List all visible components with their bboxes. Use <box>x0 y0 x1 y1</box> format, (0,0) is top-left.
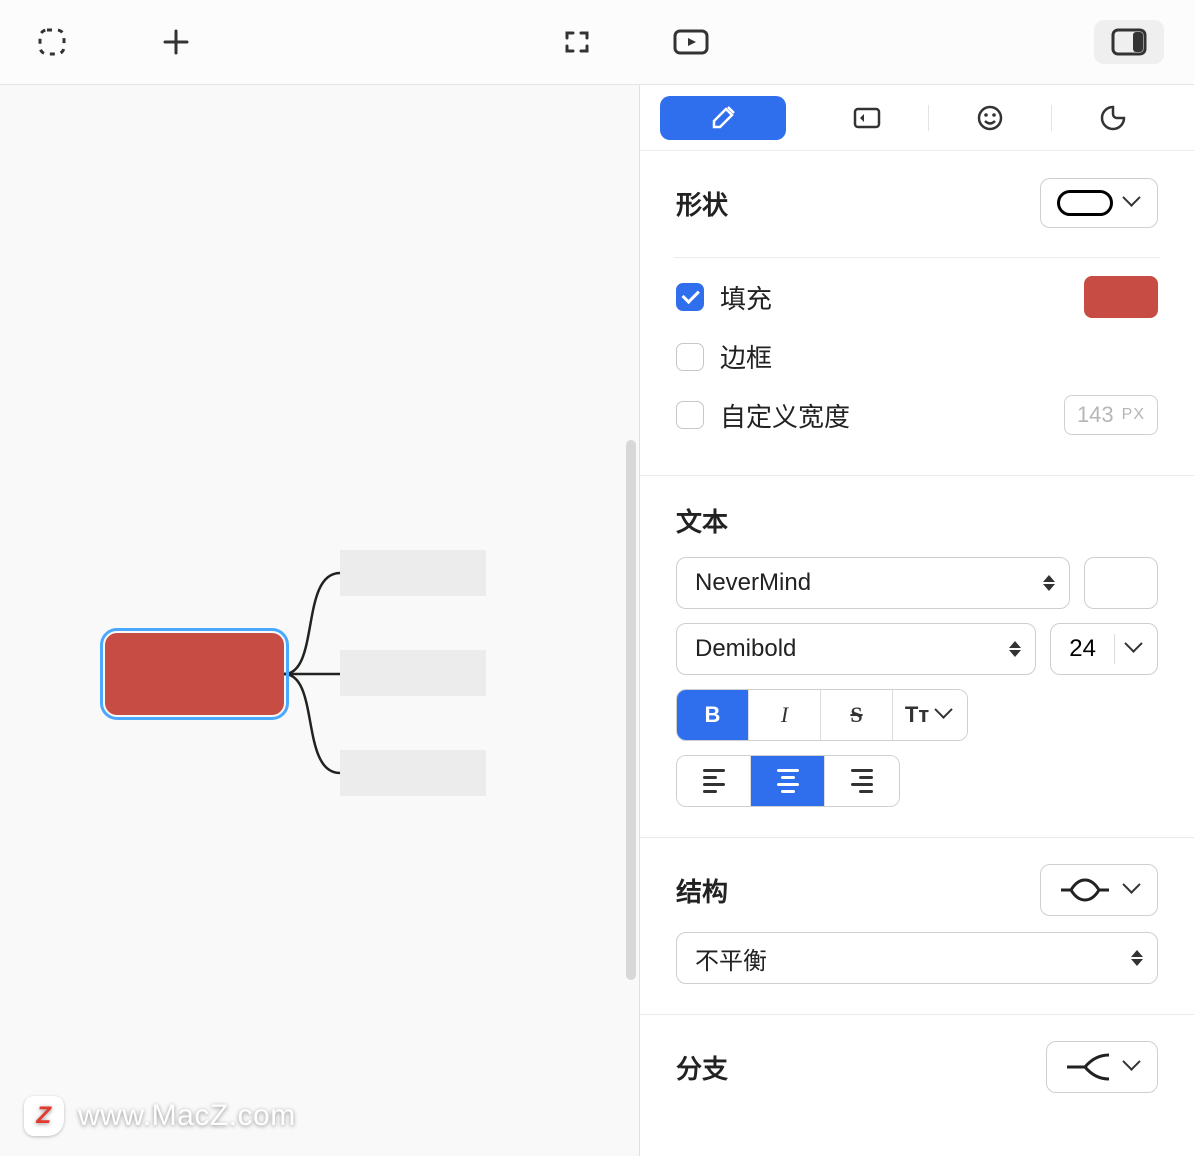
font-weight-select[interactable]: Demibold <box>676 623 1036 675</box>
text-case-button[interactable]: Tᴛ <box>893 690 967 740</box>
tab-style[interactable] <box>660 96 786 140</box>
central-node[interactable] <box>105 633 284 715</box>
custom-width-field[interactable]: 143 PX <box>1064 395 1158 435</box>
top-toolbar <box>0 0 1194 85</box>
italic-button[interactable]: I <box>749 690 821 740</box>
structure-shape-dropdown[interactable] <box>1040 864 1158 916</box>
custom-width-unit: PX <box>1122 406 1145 424</box>
font-family-value: NeverMind <box>695 569 811 597</box>
shape-section: 形状 填充 边框 <box>640 151 1194 476</box>
panel-tabs <box>640 85 1194 151</box>
font-weight-value: Demibold <box>695 635 796 663</box>
text-title: 文本 <box>676 502 1158 539</box>
structure-icon <box>1057 876 1113 904</box>
shape-dropdown[interactable] <box>1040 178 1158 228</box>
stepper-icon <box>1131 950 1143 966</box>
stepper-icon <box>1009 641 1021 657</box>
mindmap-canvas[interactable] <box>0 85 639 1156</box>
border-checkbox[interactable] <box>676 343 704 371</box>
add-button[interactable] <box>154 20 198 64</box>
branch-style-dropdown[interactable] <box>1046 1041 1158 1093</box>
chevron-down-icon <box>1125 881 1143 899</box>
fill-color-swatch[interactable] <box>1084 276 1158 318</box>
shape-preview-icon <box>1057 190 1113 216</box>
structure-option-value: 不平衡 <box>695 941 767 976</box>
case-label: Tᴛ <box>905 702 929 728</box>
branch-title: 分支 <box>676 1049 728 1086</box>
font-family-select[interactable]: NeverMind <box>676 557 1070 609</box>
watermark-text: www.MacZ.com <box>78 1099 296 1133</box>
font-size-select[interactable]: 24 <box>1050 623 1158 675</box>
child-node-2[interactable] <box>340 650 486 696</box>
chevron-down-icon <box>1127 640 1145 658</box>
structure-option-select[interactable]: 不平衡 <box>676 932 1158 984</box>
panel-toggle-button[interactable] <box>1094 20 1164 64</box>
canvas-scrollbar[interactable] <box>626 440 636 980</box>
fill-checkbox[interactable] <box>676 283 704 311</box>
text-color-swatch[interactable] <box>1084 557 1158 609</box>
fill-label: 填充 <box>720 279 772 316</box>
structure-title: 结构 <box>676 872 728 909</box>
child-node-1[interactable] <box>340 550 486 596</box>
strikethrough-button[interactable]: S <box>821 690 893 740</box>
custom-width-label: 自定义宽度 <box>720 397 850 434</box>
watermark: Z www.MacZ.com <box>24 1096 296 1136</box>
custom-width-checkbox[interactable] <box>676 401 704 429</box>
align-left-button[interactable] <box>677 756 751 806</box>
inspector-panel: 形状 填充 边框 <box>639 85 1194 1156</box>
selection-tool-button[interactable] <box>30 20 74 64</box>
custom-width-value: 143 <box>1077 402 1114 428</box>
watermark-badge: Z <box>24 1096 64 1136</box>
chevron-down-icon <box>1125 194 1143 212</box>
shape-title: 形状 <box>676 185 728 222</box>
fullscreen-button[interactable] <box>555 20 599 64</box>
stepper-icon <box>1043 575 1055 591</box>
align-right-button[interactable] <box>825 756 899 806</box>
tab-emoji[interactable] <box>929 96 1051 140</box>
branch-icon <box>1063 1052 1113 1082</box>
font-size-value: 24 <box>1051 635 1114 663</box>
tab-sticker[interactable] <box>1052 96 1174 140</box>
tab-label[interactable] <box>806 96 928 140</box>
branch-section: 分支 <box>640 1015 1194 1123</box>
bold-button[interactable]: B <box>677 690 749 740</box>
structure-section: 结构 不平衡 <box>640 838 1194 1015</box>
align-center-button[interactable] <box>751 756 825 806</box>
presentation-button[interactable] <box>669 20 713 64</box>
chevron-down-icon <box>937 706 955 724</box>
border-label: 边框 <box>720 338 772 375</box>
chevron-down-icon <box>1125 1058 1143 1076</box>
text-section: 文本 NeverMind Demibold 24 <box>640 476 1194 838</box>
child-node-3[interactable] <box>340 750 486 796</box>
